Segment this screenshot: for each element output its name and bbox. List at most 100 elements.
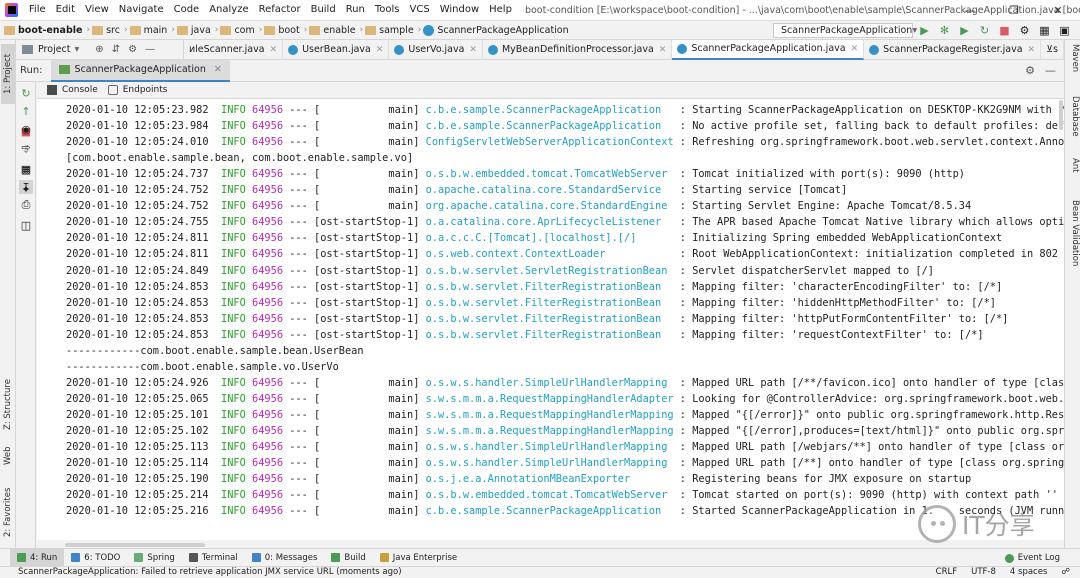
editor-tab[interactable]: UserBean.java ✕: [283, 39, 390, 60]
log-logger[interactable]: o.a.catalina.core.AprLifecycleListener: [426, 216, 674, 228]
exit-icon[interactable]: ⇨: [19, 140, 33, 154]
editor-tab[interactable]: UserVo.java ✕: [389, 39, 483, 60]
breadcrumb-item[interactable]: java ›: [176, 25, 218, 36]
event-log-tab[interactable]: Event Log: [1004, 549, 1060, 567]
log-logger[interactable]: o.s.b.w.servlet.FilterRegistrationBean: [426, 281, 674, 293]
structure-icon[interactable]: ▦: [1038, 23, 1051, 37]
menu-analyze[interactable]: Analyze: [204, 0, 253, 20]
bottom-tool-tab[interactable]: Java Enterprise: [373, 549, 464, 567]
editor-tab[interactable]: ScannerPackageApplication.java ✕: [672, 39, 865, 60]
bottom-tool-tab[interactable]: Build: [324, 549, 372, 567]
horizontal-scrollbar[interactable]: [65, 543, 205, 547]
restore-layout-icon[interactable]: ▩: [19, 162, 33, 176]
favorites-tool-tab[interactable]: 2: Favorites: [1, 485, 15, 540]
menu-tools[interactable]: Tools: [370, 0, 405, 20]
vertical-scrollbar[interactable]: [1059, 100, 1063, 130]
hide-icon[interactable]: —: [145, 44, 155, 55]
breadcrumb-item[interactable]: src ›: [92, 25, 128, 36]
bottom-tool-tab[interactable]: Spring: [127, 549, 181, 567]
camera-icon[interactable]: ◉: [19, 122, 33, 136]
log-logger[interactable]: o.s.b.w.embedded.tomcat.TomcatWebServer: [426, 168, 674, 180]
menu-window[interactable]: Window: [435, 0, 484, 20]
collapse-icon[interactable]: ⇵: [112, 44, 120, 55]
debug-icon[interactable]: ✻: [938, 23, 951, 37]
web-tool-tab[interactable]: Web: [1, 445, 15, 467]
log-logger[interactable]: o.s.w.s.handler.SimpleUrlHandlerMapping: [426, 377, 674, 389]
menu-file[interactable]: File: [24, 0, 51, 20]
close-icon[interactable]: ✕: [270, 45, 278, 55]
menu-code[interactable]: Code: [169, 0, 205, 20]
bottom-tool-tab[interactable]: 4: Run: [10, 548, 65, 567]
bottom-tool-tab[interactable]: Terminal: [182, 549, 245, 567]
log-logger[interactable]: c.b.e.sample.ScannerPackageApplication: [426, 505, 674, 517]
database-tool-tab[interactable]: Database: [1066, 96, 1080, 137]
editor-tab[interactable]: иleScanner.java ✕: [184, 39, 284, 60]
log-logger[interactable]: o.apache.catalina.core.StandardService: [426, 184, 674, 196]
bean-validation-tool-tab[interactable]: Bean Validation: [1066, 200, 1080, 266]
log-logger[interactable]: o.s.w.s.handler.SimpleUrlHandlerMapping: [426, 457, 674, 469]
log-logger[interactable]: s.w.s.m.m.a.RequestMappingHandlerAdapter: [426, 393, 674, 405]
restore-icon[interactable]: ❐: [992, 0, 1036, 21]
build-icon[interactable]: ⚙: [1018, 23, 1031, 37]
close-icon[interactable]: ✕: [214, 64, 222, 75]
run-session-tab[interactable]: ScannerPackageApplication ✕: [50, 59, 230, 82]
log-logger[interactable]: o.s.j.e.a.AnnotationMBeanExporter: [426, 473, 674, 485]
breadcrumb-item[interactable]: com ›: [220, 25, 262, 36]
bottom-tool-tab[interactable]: 0: Messages: [245, 549, 325, 567]
menu-vcs[interactable]: VCS: [405, 0, 435, 20]
menu-build[interactable]: Build: [306, 0, 341, 20]
breadcrumb-item[interactable]: boot-enable ›: [4, 25, 90, 36]
maven-tool-tab[interactable]: Maven: [1066, 44, 1080, 72]
run-configuration-select[interactable]: ScannerPackageApplication ▾: [773, 23, 917, 38]
close-icon[interactable]: ✕: [659, 45, 667, 55]
menu-navigate[interactable]: Navigate: [114, 0, 169, 20]
breadcrumb-item[interactable]: boot ›: [264, 25, 307, 36]
lock-icon[interactable]: ☍: [1061, 567, 1070, 578]
log-logger[interactable]: o.s.b.w.servlet.ServletRegistrationBean: [426, 265, 674, 277]
editor-tab[interactable]: ScannerPackageRegister.java ✕: [864, 39, 1042, 60]
log-logger[interactable]: o.s.b.w.servlet.FilterRegistrationBean: [426, 313, 674, 325]
log-logger[interactable]: org.apache.catalina.core.StandardEngine: [426, 200, 674, 212]
log-logger[interactable]: o.s.b.w.embedded.tomcat.TomcatWebServer: [426, 489, 674, 501]
encoding-widget[interactable]: UTF-8: [971, 567, 996, 578]
log-logger[interactable]: c.b.e.sample.ScannerPackageApplication: [426, 104, 674, 116]
log-logger[interactable]: o.s.web.context.ContextLoader: [426, 248, 674, 260]
menu-edit[interactable]: Edit: [51, 0, 80, 20]
menu-help[interactable]: Help: [484, 0, 517, 20]
bottom-tool-tab[interactable]: 6: TODO: [64, 549, 127, 567]
stop-icon[interactable]: ■: [998, 23, 1011, 37]
print-icon[interactable]: ⎙: [19, 198, 33, 212]
trash-icon[interactable]: ◫: [19, 218, 33, 232]
log-logger[interactable]: o.s.b.w.servlet.FilterRegistrationBean: [426, 297, 674, 309]
log-logger[interactable]: o.a.c.c.C.[Tomcat].[localhost].[/]: [426, 232, 674, 244]
up-arrow-icon[interactable]: ↑: [19, 104, 33, 118]
close-icon[interactable]: ✕: [1028, 45, 1036, 55]
console-tab[interactable]: Console: [47, 85, 98, 95]
ant-tool-tab[interactable]: Ant: [1066, 158, 1080, 173]
breadcrumb-item[interactable]: sample ›: [365, 25, 421, 36]
breadcrumb-item[interactable]: ScannerPackageApplication: [423, 24, 569, 36]
editor-tab[interactable]: MyBeanDefinitionProcessor.java ✕: [483, 39, 673, 60]
log-logger[interactable]: ConfigServletWebServerApplicationContext: [426, 136, 674, 148]
log-logger[interactable]: s.w.s.m.m.a.RequestMappingHandlerMapping: [426, 409, 674, 421]
endpoints-tab[interactable]: Endpoints: [107, 85, 167, 95]
minimize-icon[interactable]: —: [948, 0, 992, 21]
log-logger[interactable]: o.s.w.s.handler.SimpleUrlHandlerMapping: [426, 441, 674, 453]
close-icon[interactable]: ✕: [376, 45, 384, 55]
structure-tool-tab[interactable]: Z: Structure: [1, 375, 15, 435]
rerun-icon[interactable]: ↻: [978, 23, 991, 37]
close-icon[interactable]: ✕: [469, 45, 477, 55]
project-tool-tab[interactable]: 1: Project: [1, 44, 15, 104]
log-logger[interactable]: c.b.e.sample.ScannerPackageApplication: [426, 120, 674, 132]
breadcrumb-item[interactable]: main ›: [129, 25, 175, 36]
status-message[interactable]: ScannerPackageApplication: Failed to ret…: [18, 567, 402, 578]
log-logger[interactable]: o.s.b.w.servlet.FilterRegistrationBean: [426, 329, 674, 341]
menu-run[interactable]: Run: [341, 0, 370, 20]
line-separator-widget[interactable]: CRLF: [936, 567, 957, 578]
pin-icon[interactable]: ✦: [19, 182, 33, 196]
run-icon[interactable]: ▶: [918, 23, 931, 37]
editor-tab[interactable]: ⊻s: [1041, 39, 1064, 60]
close-icon[interactable]: ✕: [851, 44, 859, 54]
locate-icon[interactable]: ⊕: [95, 44, 103, 55]
hide-icon[interactable]: —: [1045, 64, 1056, 77]
